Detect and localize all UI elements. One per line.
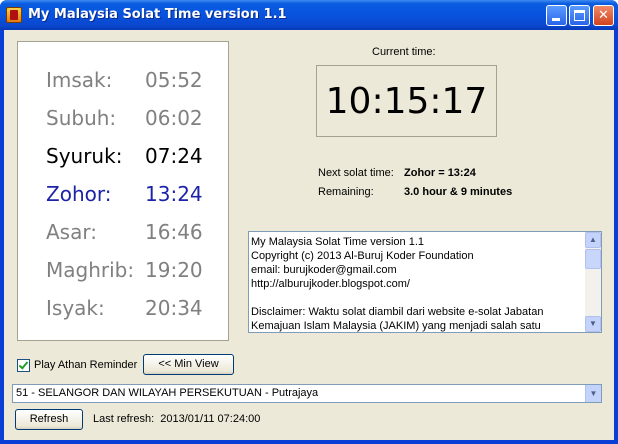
prayer-name: Syuruk: <box>46 144 123 168</box>
client-area: Imsak: 05:52 Subuh: 06:02 Syuruk: 07:24 Zohor:… <box>4 30 614 440</box>
close-icon: ✕ <box>598 8 609 23</box>
dropdown-arrow-icon[interactable]: ▼ <box>585 385 601 402</box>
clock-display: 10:15:17 <box>316 65 497 137</box>
prayer-time-row: Isyak: 20:34 <box>18 296 230 326</box>
remaining-label: Remaining: <box>318 186 374 198</box>
prayer-times-panel: Imsak: 05:52 Subuh: 06:02 Syuruk: 07:24 Zohor:… <box>17 41 229 341</box>
zone-select[interactable]: 51 - SELANGOR DAN WILAYAH PERSEKUTUAN - … <box>12 384 602 403</box>
remaining-value: 3.0 hour & 9 minutes <box>404 186 513 198</box>
about-line: Copyright (c) 2013 Al-Buruj Koder Founda… <box>251 250 474 262</box>
prayer-name: Asar: <box>46 220 97 244</box>
prayer-name: Subuh: <box>46 106 117 130</box>
prayer-time-row: Maghrib: 19:20 <box>18 258 230 288</box>
checkmark-icon <box>18 359 29 370</box>
about-line: http://alburujkoder.blogspot.com/ <box>251 278 410 290</box>
app-window: My Malaysia Solat Time version 1.1 ✕ Ims… <box>0 0 618 444</box>
current-time-label: Current time: <box>372 46 436 58</box>
last-refresh-value: 2013/01/11 07:24:00 <box>160 413 261 425</box>
app-icon <box>6 7 22 23</box>
prayer-time-value: 05:52 <box>145 68 203 92</box>
play-athan-checkbox[interactable] <box>17 359 30 372</box>
prayer-time-value: 20:34 <box>145 296 203 320</box>
about-line: My Malaysia Solat Time version 1.1 <box>251 236 425 248</box>
title-bar[interactable]: My Malaysia Solat Time version 1.1 ✕ <box>0 0 618 30</box>
prayer-time-row: Asar: 16:46 <box>18 220 230 250</box>
current-time-value: 10:15:17 <box>325 81 488 122</box>
about-line: Disclaimer: Waktu solat diambil dari web… <box>251 306 544 318</box>
refresh-button[interactable]: Refresh <box>15 409 83 430</box>
last-refresh-label: Last refresh: <box>93 413 155 425</box>
prayer-time-row: Zohor: 13:24 <box>18 182 230 212</box>
about-text: My Malaysia Solat Time version 1.1 Copyr… <box>251 235 585 333</box>
prayer-time-row: Syuruk: 07:24 <box>18 144 230 174</box>
prayer-time-value: 13:24 <box>145 182 203 206</box>
prayer-name: Zohor: <box>46 182 112 206</box>
arrow-up-icon: ▲ <box>589 235 597 244</box>
close-button[interactable]: ✕ <box>593 5 614 26</box>
minimize-button[interactable] <box>546 5 567 26</box>
maximize-icon <box>574 10 585 21</box>
about-line: email: burujkoder@gmail.com <box>251 264 397 276</box>
vertical-scrollbar[interactable]: ▲ ▼ <box>585 232 601 332</box>
about-line: Kemajuan Islam Malaysia (JAKIM) yang men… <box>251 320 541 332</box>
next-solat-value: Zohor = 13:24 <box>404 167 476 179</box>
scroll-up-button[interactable]: ▲ <box>585 232 601 248</box>
scroll-down-button[interactable]: ▼ <box>585 316 601 332</box>
about-line <box>251 291 585 305</box>
next-solat-label: Next solat time: <box>318 167 394 179</box>
arrow-down-icon: ▼ <box>589 319 597 328</box>
prayer-name: Maghrib: <box>46 258 135 282</box>
prayer-time-row: Subuh: 06:02 <box>18 106 230 136</box>
prayer-time-value: 19:20 <box>145 258 203 282</box>
last-refresh-text: Last refresh: 2013/01/11 07:24:00 <box>93 413 260 425</box>
about-textbox[interactable]: My Malaysia Solat Time version 1.1 Copyr… <box>248 231 602 333</box>
prayer-name: Isyak: <box>46 296 105 320</box>
prayer-name: Imsak: <box>46 68 113 92</box>
scroll-thumb[interactable] <box>585 249 601 269</box>
prayer-time-value: 16:46 <box>145 220 203 244</box>
prayer-time-value: 07:24 <box>145 144 203 168</box>
maximize-button[interactable] <box>569 5 590 26</box>
window-title: My Malaysia Solat Time version 1.1 <box>28 7 287 22</box>
prayer-time-row: Imsak: 05:52 <box>18 68 230 98</box>
min-view-button[interactable]: << Min View <box>143 354 234 375</box>
zone-select-value: 51 - SELANGOR DAN WILAYAH PERSEKUTUAN - … <box>16 387 319 399</box>
minimize-icon <box>552 18 560 21</box>
play-athan-label[interactable]: Play Athan Reminder <box>34 359 137 371</box>
prayer-time-value: 06:02 <box>145 106 203 130</box>
